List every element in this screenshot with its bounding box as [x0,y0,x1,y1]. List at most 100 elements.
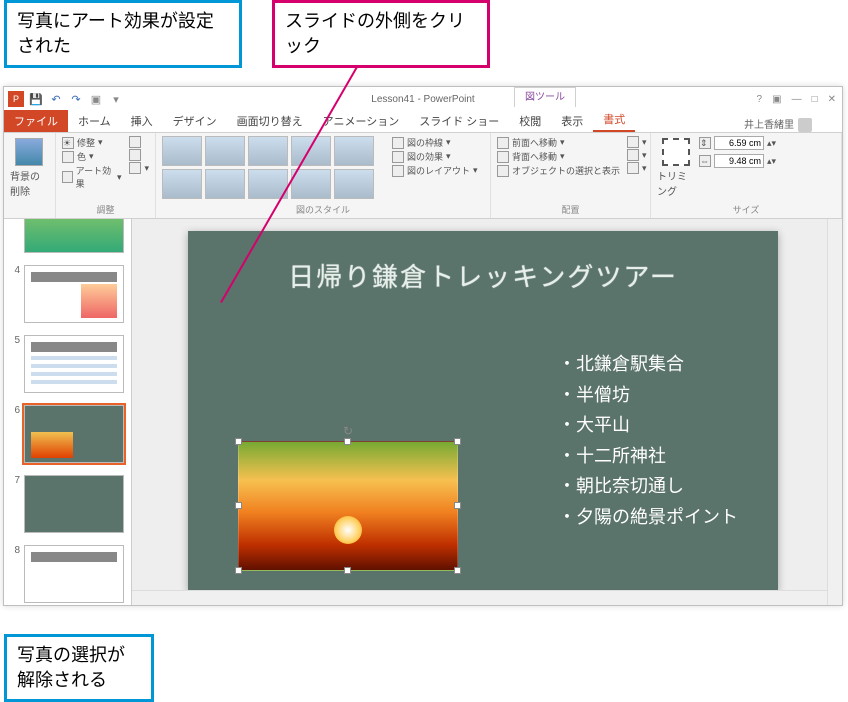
selection-pane-button[interactable]: オブジェクトの選択と表示 [497,164,620,177]
powerpoint-window: P 💾 ↶ ↷ ▣ ▾ Lesson41 - PowerPoint 図ツール ?… [3,86,843,606]
picture-layout-button[interactable]: 図のレイアウト▾ [392,164,478,177]
height-icon: ⇕ [699,137,711,149]
width-input[interactable] [714,154,764,168]
style-thumb[interactable] [334,136,374,166]
spinner-icon[interactable]: ▴▾ [767,138,776,149]
chevron-down-icon: ▾ [446,151,451,162]
tab-review[interactable]: 校閲 [509,110,551,132]
chevron-down-icon: ▾ [98,137,103,148]
layout-icon [392,165,404,177]
style-thumb[interactable] [334,169,374,199]
style-thumb[interactable] [205,169,245,199]
slide-title: 日帰り鎌倉トレッキングツアー [188,257,778,294]
picture-effects-button[interactable]: 図の効果▾ [392,150,478,163]
chevron-down-icon: ▾ [144,163,149,174]
compress-pictures-button[interactable] [129,136,149,148]
qat-more-icon[interactable]: ▾ [108,91,124,107]
artistic-icon [62,171,73,183]
artistic-effects-button[interactable]: アート効果▾ [62,164,121,190]
reset-picture-button[interactable]: ▾ [129,162,149,174]
horizontal-scrollbar[interactable] [132,590,827,605]
height-input-row: ⇕ ▴▾ [699,136,776,150]
resize-handle[interactable] [454,502,461,509]
work-area: 4 5 6 7 8 日帰り鎌倉トレッキングツアー 北鎌倉駅集合 半僧坊 大平山 … [4,219,842,605]
tab-slideshow[interactable]: スライド ショー [409,110,509,132]
save-icon[interactable]: 💾 [28,91,44,107]
align-icon [627,136,639,148]
tab-format[interactable]: 書式 [593,108,635,132]
chevron-down-icon: ▾ [642,150,647,161]
color-button[interactable]: 色▾ [62,150,121,163]
slide-thumbnails-pane[interactable]: 4 5 6 7 8 [4,219,132,605]
group-size: サイズ [657,203,835,216]
help-icon[interactable]: ? [757,94,763,105]
slide-thumb-current[interactable] [24,405,124,463]
start-from-beginning-icon[interactable]: ▣ [88,91,104,107]
slide-thumb[interactable] [24,545,124,603]
resize-handle[interactable] [344,438,351,445]
user-name[interactable]: 井上香緒里 [744,116,812,132]
rotate-icon [627,162,639,174]
bullet-item: 朝比奈切通し [558,471,738,502]
rotate-button[interactable]: ▾ [627,162,647,174]
align-button[interactable]: ▾ [627,136,647,148]
ribbon-options-icon[interactable]: ▣ [772,94,781,105]
contextual-tab-label: 図ツール [514,87,576,107]
picture-styles-gallery[interactable] [162,136,382,199]
tab-view[interactable]: 表示 [551,110,593,132]
callout-art-effect-applied: 写真にアート効果が設定された [4,0,242,68]
tab-animations[interactable]: アニメーション [313,110,410,132]
vertical-scrollbar[interactable] [827,219,842,605]
group-button[interactable]: ▾ [627,149,647,161]
picture-border-button[interactable]: 図の枠線▾ [392,136,478,149]
send-backward-button[interactable]: 背面へ移動▾ [497,150,620,163]
chevron-down-icon: ▾ [473,165,478,176]
tab-transitions[interactable]: 画面切り替え [227,110,313,132]
style-thumb[interactable] [248,136,288,166]
minimize-icon[interactable]: — [792,94,802,105]
resize-handle[interactable] [454,567,461,574]
slide-thumb[interactable] [24,219,124,253]
rotate-handle[interactable]: ↻ [343,424,353,438]
app-icon: P [8,91,24,107]
style-thumb[interactable] [162,136,202,166]
close-icon[interactable]: ✕ [828,94,836,105]
bullet-list: 北鎌倉駅集合 半僧坊 大平山 十二所神社 朝比奈切通し 夕陽の絶景ポイント [558,349,738,533]
crop-button[interactable]: トリミング [657,136,695,198]
change-picture-button[interactable] [129,149,149,161]
resize-handle[interactable] [235,567,242,574]
spinner-icon[interactable]: ▴▾ [767,156,776,167]
height-input[interactable] [714,136,764,150]
tab-insert[interactable]: 挿入 [121,110,163,132]
style-thumb[interactable] [291,136,331,166]
reset-icon [129,162,141,174]
callout-click-outside: スライドの外側をクリック [272,0,490,68]
title-bar: P 💾 ↶ ↷ ▣ ▾ Lesson41 - PowerPoint 図ツール ?… [4,87,842,111]
style-thumb[interactable] [205,136,245,166]
border-icon [392,137,404,149]
maximize-icon[interactable]: □ [812,94,818,105]
tab-design[interactable]: デザイン [163,110,227,132]
slide-thumb[interactable] [24,475,124,533]
resize-handle[interactable] [235,502,242,509]
chevron-down-icon: ▾ [446,137,451,148]
slide-canvas[interactable]: 日帰り鎌倉トレッキングツアー 北鎌倉駅集合 半僧坊 大平山 十二所神社 朝比奈切… [132,219,842,605]
resize-handle[interactable] [454,438,461,445]
style-thumb[interactable] [291,169,331,199]
group-icon [627,149,639,161]
tab-home[interactable]: ホーム [68,110,121,132]
resize-handle[interactable] [235,438,242,445]
color-icon [62,151,74,163]
selected-picture[interactable]: ↻ [238,441,458,571]
tab-file[interactable]: ファイル [4,110,68,132]
effects-icon [392,151,404,163]
resize-handle[interactable] [344,567,351,574]
undo-icon[interactable]: ↶ [48,91,64,107]
style-thumb[interactable] [162,169,202,199]
slide-thumb[interactable] [24,335,124,393]
redo-icon[interactable]: ↷ [68,91,84,107]
corrections-button[interactable]: ☀修整▾ [62,136,121,149]
remove-background-button[interactable]: 背景の削除 [10,136,48,198]
bring-forward-button[interactable]: 前面へ移動▾ [497,136,620,149]
slide-thumb[interactable] [24,265,124,323]
